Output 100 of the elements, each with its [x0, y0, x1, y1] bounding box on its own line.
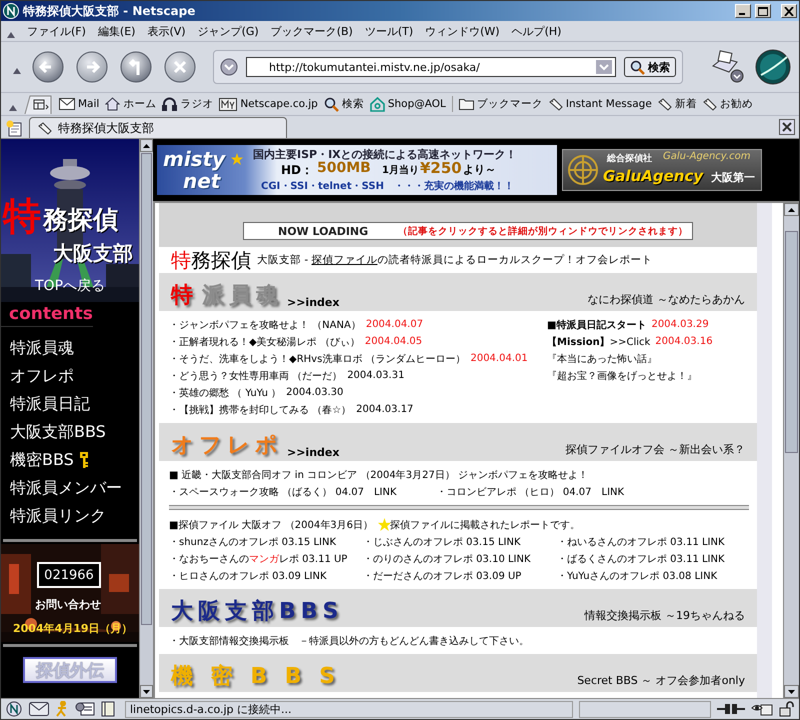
scrollbar[interactable] — [139, 139, 153, 698]
bookmark-button[interactable]: ホーム — [105, 97, 156, 111]
bookmark-button[interactable]: Instant Message — [548, 98, 652, 110]
nav-link[interactable]: 特派員日記 — [10, 393, 139, 415]
logo-icon[interactable] — [755, 49, 791, 85]
bookmark-button[interactable]: 新着 — [658, 97, 697, 111]
report-link[interactable]: ・ヒロさんのオフレポ 03.09 LINK — [169, 568, 327, 582]
article-link[interactable]: ・どう思う？女性専用車両 （だーだ） — [169, 368, 342, 382]
star-icon — [378, 518, 391, 531]
nav-link[interactable]: 大阪支部BBS — [10, 421, 139, 443]
emblem-icon — [567, 154, 599, 186]
composer-icon[interactable] — [75, 701, 95, 717]
collapse-icon[interactable] — [9, 105, 17, 111]
report-link[interactable]: ・ねいるさんのオフレポ 03.11 LINK — [557, 534, 725, 548]
browser-tab[interactable]: 特務探偵大阪支部 — [29, 117, 287, 138]
globe-icon[interactable] — [5, 701, 23, 717]
ad-label: 大阪第一 — [711, 170, 755, 185]
article-link[interactable]: ・そうだ、洗車をしよう！◆RHvs洗車ロボ （ランダムヒーロー） — [169, 352, 466, 366]
article-link[interactable]: ■特派員日記スタート — [547, 318, 646, 332]
index-link[interactable]: >>index — [287, 296, 340, 309]
hosting-ad-banner[interactable]: misty net 国内主要ISP・IXとの接続による高速ネットワーク！ HD： 500MB 1月当り¥250 より～ CGI・SSI・telnet・SSH ・・・充実の機能満載！！ — [157, 145, 557, 195]
report-link[interactable]: ・だーださんのオフレポ 03.09 UP — [363, 568, 522, 582]
address-book-icon[interactable] — [101, 701, 115, 717]
scrollbar-thumb[interactable] — [785, 231, 798, 453]
printer-icon[interactable] — [709, 50, 745, 84]
section-title: 派員魂 — [202, 285, 283, 307]
forward-button[interactable] — [75, 50, 109, 84]
bookmark-button[interactable]: 検索 — [324, 96, 364, 112]
bookmark-icon — [548, 98, 563, 110]
menu-item[interactable]: ジャンプ(G) — [198, 24, 259, 38]
menu-item[interactable]: ツール(T) — [364, 24, 414, 38]
report-link[interactable]: ・じぶさんのオフレポ 03.15 LINK — [363, 534, 521, 548]
report-link[interactable]: ・コロンビアレポ （ヒロ） 04.07 LINK — [436, 484, 624, 498]
search-button[interactable]: 検索 — [624, 57, 676, 77]
history-dropdown-icon[interactable] — [220, 58, 238, 76]
maximize-button[interactable] — [755, 4, 771, 18]
section-tagline: なにわ探偵道 ～なめたらあかん — [588, 292, 745, 307]
ad-logo: GaluAgency — [603, 167, 704, 185]
menu-item[interactable]: ファイル(F) — [27, 24, 86, 38]
intro-link[interactable]: 探偵ファイル — [311, 254, 378, 266]
section-tagline: 探偵ファイルオフ会 ～新出会い系？ — [566, 442, 745, 457]
scroll-down-icon[interactable] — [143, 690, 150, 694]
close-button[interactable] — [781, 4, 797, 18]
nav-link[interactable]: 機密BBS — [10, 449, 139, 471]
scroll-up-icon[interactable] — [788, 208, 795, 212]
minimize-button[interactable] — [735, 4, 751, 18]
report-link[interactable]: ・ばるくさんのオフレポ 03.11 LINK — [557, 552, 725, 566]
article-link[interactable]: 【Mission】>>Click — [547, 334, 650, 348]
board-link[interactable]: ・大阪支部情報交換掲示板 －特派員以外の方もどんどん書き込みして下さい。 — [169, 634, 529, 648]
article-link[interactable]: 『超お宝？画像をげっとせよ！』 — [547, 368, 697, 382]
collapse-icon[interactable] — [13, 68, 21, 74]
menu-item[interactable]: ブックマーク(B) — [270, 24, 353, 38]
menu-item[interactable]: 表示(V) — [147, 24, 186, 38]
scrollbar[interactable] — [783, 203, 799, 698]
menu-item[interactable]: 編集(E) — [98, 24, 136, 38]
article-link[interactable]: ・英雄の郷愁 （ YuYu ） — [169, 386, 282, 400]
section-tagline: 情報交換掲示板 ～19ちゃんねる — [584, 608, 745, 623]
bookmark-button[interactable]: ラジオ — [162, 97, 214, 111]
agency-ad-banner[interactable]: 総合探偵社 Galu-Agency.com GaluAgency 大阪第一 — [562, 149, 762, 191]
bookmark-button[interactable]: ブックマーク — [458, 97, 543, 111]
menu-item[interactable]: ウィンドウ(W) — [425, 24, 500, 38]
article-link[interactable]: 『本当にあった怖い話』 — [547, 352, 657, 366]
folder-icon — [458, 98, 474, 110]
scroll-up-icon[interactable] — [143, 144, 150, 148]
article-date: 2004.04.01 — [470, 353, 528, 364]
section-title: オフレポ — [171, 435, 283, 457]
menu-item[interactable]: ヘルプ(H) — [512, 24, 562, 38]
collapse-icon[interactable] — [7, 32, 15, 38]
report-link[interactable]: ・のりのさんのオフレポ 03.10 LINK — [363, 552, 531, 566]
article-link[interactable]: ・ジャンボパフェを攻略せよ！ （NANA） — [169, 318, 361, 332]
scroll-down-icon[interactable] — [788, 690, 795, 694]
event-note: 探偵ファイルに掲載されたレポートです。 — [390, 518, 580, 532]
section-title: 大阪支部BBS — [171, 601, 344, 623]
eye-icon[interactable] — [751, 702, 773, 716]
lock-icon[interactable] — [779, 701, 795, 717]
report-link[interactable]: ・スペースウォーク攻略 （ばるく） 04.07 LINK — [169, 484, 397, 498]
bookmark-button[interactable]: Mail — [59, 98, 100, 110]
report-link[interactable]: ・shunzさんのオフレポ 03.15 LINK — [169, 534, 336, 548]
contact-link[interactable]: お問い合わせ — [35, 597, 101, 612]
report-link[interactable]: ・なおちーさんのマンガレポ 03.11 UP — [169, 552, 348, 566]
reload-button[interactable] — [119, 50, 153, 84]
sidebar-toggle-icon[interactable] — [23, 94, 53, 114]
article-link[interactable]: ・【挑戦】携帯を封印してみる （春☆） — [169, 402, 352, 416]
mail-icon[interactable] — [29, 702, 49, 716]
nav-link[interactable]: オフレポ — [10, 365, 139, 387]
back-button[interactable] — [31, 50, 65, 84]
address-field[interactable]: http://tokumutantei.mistv.ne.jp/osaka/ — [246, 57, 616, 77]
bookmark-button[interactable]: Shop@AOL — [370, 96, 446, 112]
article-link[interactable]: ・正解者現れる！◆美女秘湯レポ （びぃ） — [169, 334, 360, 348]
index-link[interactable]: >>index — [287, 446, 340, 459]
scrollbar-thumb[interactable] — [141, 153, 152, 625]
stop-button[interactable] — [163, 50, 197, 84]
close-icon[interactable] — [779, 119, 795, 135]
bookmark-button[interactable]: Netscape.co.jp — [219, 98, 318, 110]
nav-link[interactable]: 特派員リンク — [10, 505, 139, 527]
nav-link[interactable]: 特派員メンバー — [10, 477, 139, 499]
report-link[interactable]: ・YuYuさんのオフレポ 03.08 LINK — [557, 568, 718, 582]
bookmark-button[interactable]: お勧め — [702, 97, 753, 111]
nav-link[interactable]: 特派員魂 — [10, 337, 139, 359]
visitor-counter: 021966 — [37, 562, 101, 588]
